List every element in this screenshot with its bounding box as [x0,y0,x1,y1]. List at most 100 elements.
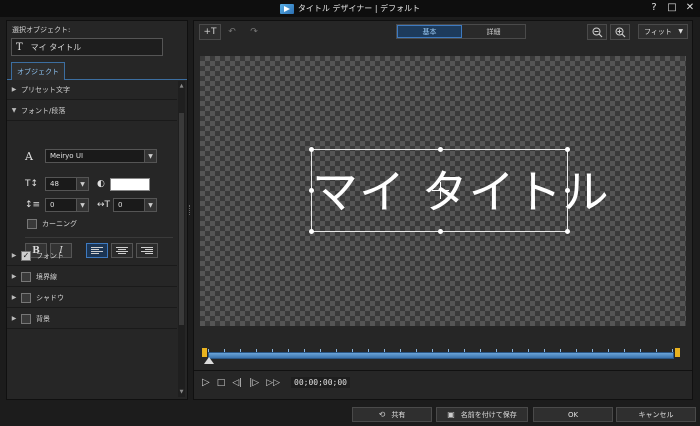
previous-frame-icon[interactable]: ◁| [232,378,242,388]
resize-handle[interactable] [565,147,570,152]
char-spacing-value: 0 [118,201,123,209]
selected-object-field[interactable]: T マイ タイトル [11,38,163,56]
close-button[interactable]: ✕ [684,1,696,15]
next-frame-icon[interactable]: |▷ [249,378,259,388]
line-spacing-value: 0 [50,201,55,209]
line-spacing-icon: ↕≡ [25,200,41,210]
section-font[interactable]: ▶ ✓ フォント [7,246,177,266]
zoom-out-icon[interactable] [587,24,607,40]
window-title: タイトル デザイナー | デフォルト [297,4,421,13]
timeline-ticks [208,349,674,352]
chevron-down-icon[interactable]: ▼ [144,199,156,211]
section-background[interactable]: ▶ 背景 [7,309,177,329]
save-as-label: 名前を付けて保存 [460,410,517,419]
panel-resize-grip[interactable] [189,205,191,215]
background-enable-checkbox[interactable] [21,313,31,324]
share-label: 共有 [391,410,406,419]
resize-handle[interactable] [438,147,443,152]
expand-arrow-icon[interactable]: ▶ [7,315,21,322]
selected-object-value: マイ タイトル [30,42,82,52]
resize-handle[interactable] [438,229,443,234]
zoom-fit-dropdown[interactable]: フィット ▼ [638,24,688,39]
expand-arrow-icon[interactable]: ▶ [7,86,21,93]
timecode-display: 00;00;00;00 [291,377,350,388]
mode-toggle: 基本 詳細 [396,24,526,39]
tab-detail[interactable]: 詳細 [462,25,525,38]
section-label: シャドウ [36,293,64,302]
section-shadow[interactable]: ▶ シャドウ [7,288,177,308]
play-icon[interactable]: ▷ [202,377,210,388]
move-crosshair-icon[interactable] [432,182,449,199]
title-bar: タイトル デザイナー | デフォルト ? □ ✕ [0,0,700,17]
app-logo-icon [279,3,294,14]
help-button[interactable]: ? [648,1,660,15]
text-selection-box[interactable]: マイ タイトル [309,147,609,234]
fast-forward-icon[interactable]: ▷▷ [266,378,280,388]
section-label: フォント [36,251,64,260]
section-border[interactable]: ▶ 境界線 [7,267,177,287]
section-font-paragraph[interactable]: ▼ フォント/段落 [7,101,177,121]
scroll-down-icon[interactable]: ▼ [178,389,185,395]
add-text-button[interactable]: +T [199,24,221,40]
properties-scrollbar[interactable]: ▲ ▼ [178,81,185,397]
mark-in-handle[interactable] [202,348,207,357]
ok-button[interactable]: OK [533,407,613,422]
dialog-footer: ⟲ 共有 ▣ 名前を付けて保存 OK キャンセル [0,404,700,426]
text-color-swatch[interactable] [109,177,150,191]
font-paragraph-settings: A Meiryo UI ▼ T↕ 48 ▼ ◐ ↕≡ 0 ▼ ↔T 0 ▼ カー… [7,141,177,263]
font-enable-checkbox[interactable]: ✓ [21,250,31,261]
chevron-down-icon[interactable]: ▼ [76,199,88,211]
title-preview-canvas[interactable]: マイ タイトル [200,56,686,326]
kerning-checkbox[interactable] [27,219,37,229]
font-size-dropdown[interactable]: 48 ▼ [45,177,89,191]
tab-object[interactable]: オブジェクト [11,62,65,80]
resize-handle[interactable] [565,229,570,234]
redo-icon[interactable]: ↷ [246,24,262,40]
expand-arrow-icon[interactable]: ▶ [7,294,21,301]
section-label: プリセット文字 [21,85,70,94]
scroll-thumb[interactable] [179,113,184,325]
shadow-enable-checkbox[interactable] [21,292,31,303]
font-size-icon: T↕ [25,179,39,189]
line-spacing-dropdown[interactable]: 0 ▼ [45,198,89,212]
collapse-arrow-icon[interactable]: ▼ [7,107,21,114]
border-enable-checkbox[interactable] [21,271,31,282]
resize-handle[interactable] [565,188,570,193]
resize-handle[interactable] [309,188,314,193]
scroll-up-icon[interactable]: ▲ [178,83,185,89]
tab-basic[interactable]: 基本 [397,25,462,38]
chevron-down-icon[interactable]: ▼ [76,178,88,190]
mark-out-handle[interactable] [675,348,680,357]
char-spacing-dropdown[interactable]: 0 ▼ [113,198,157,212]
timeline-track[interactable] [208,352,674,359]
expand-arrow-icon[interactable]: ▶ [7,273,21,280]
playback-controls: ▷ □ ◁| |▷ ▷▷ 00;00;00;00 [202,377,350,388]
font-name-dropdown[interactable]: Meiryo UI ▼ [45,149,157,163]
object-properties-panel: 選択オブジェクト: T マイ タイトル オブジェクト ▲ ▼ ▶ プリセット文字… [6,20,188,400]
resize-handle[interactable] [309,147,314,152]
zoom-in-icon[interactable] [610,24,630,40]
save-as-button[interactable]: ▣ 名前を付けて保存 [436,407,528,422]
timeline-slider[interactable] [202,348,680,364]
section-label: 境界線 [36,272,57,281]
cancel-button[interactable]: キャンセル [616,407,696,422]
kerning-label: カーニング [42,220,77,228]
maximize-button[interactable]: □ [666,1,678,15]
section-label: 背景 [36,314,50,323]
divider [194,370,692,371]
resize-handle[interactable] [309,229,314,234]
share-button[interactable]: ⟲ 共有 [352,407,432,422]
save-icon: ▣ [447,410,455,419]
playhead-icon[interactable] [204,357,214,364]
stop-icon[interactable]: □ [217,378,226,388]
section-preset-text[interactable]: ▶ プリセット文字 [7,80,177,100]
section-label: フォント/段落 [21,106,66,115]
chevron-down-icon[interactable]: ▼ [144,150,156,162]
font-size-value: 48 [50,180,59,188]
chevron-down-icon[interactable]: ▼ [678,28,683,35]
selected-object-label: 選択オブジェクト: [12,26,71,34]
text-object-icon: T [16,41,23,53]
undo-icon[interactable]: ↶ [224,24,240,40]
expand-arrow-icon[interactable]: ▶ [7,252,21,259]
tab-bar: オブジェクト [7,61,187,80]
